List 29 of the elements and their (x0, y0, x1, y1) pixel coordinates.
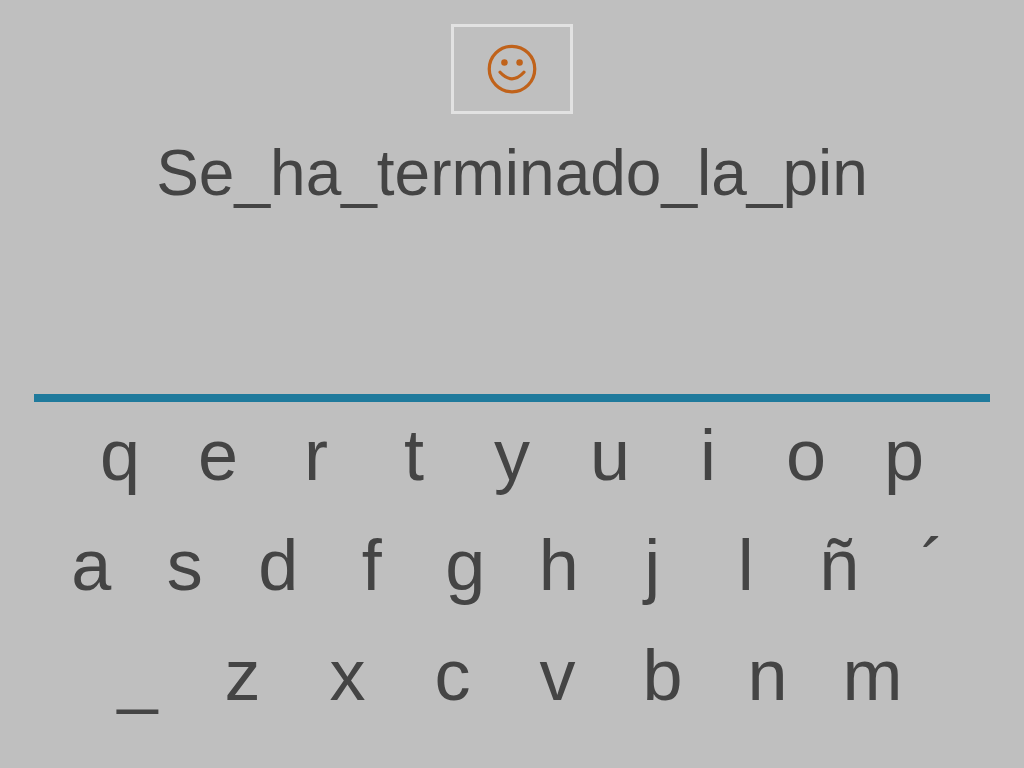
letter-key[interactable]: c (400, 630, 505, 720)
letter-key[interactable]: t (365, 410, 463, 500)
letter-key[interactable]: z (190, 630, 295, 720)
letter-key[interactable]: _ (85, 630, 190, 720)
letter-key[interactable]: h (512, 520, 606, 610)
letter-key[interactable]: i (659, 410, 757, 500)
letter-key[interactable]: j (605, 520, 699, 610)
letter-key[interactable]: x (295, 630, 400, 720)
letter-key[interactable]: g (418, 520, 512, 610)
letter-key[interactable]: r (267, 410, 365, 500)
letter-key[interactable]: f (325, 520, 419, 610)
letter-key[interactable]: b (610, 630, 715, 720)
letter-key[interactable]: p (855, 410, 953, 500)
smiley-icon (486, 43, 538, 95)
letter-key[interactable]: u (561, 410, 659, 500)
letter-key[interactable]: d (231, 520, 325, 610)
letter-key[interactable]: y (463, 410, 561, 500)
letter-key[interactable]: s (138, 520, 232, 610)
letter-key[interactable]: a (44, 520, 138, 610)
letter-key[interactable]: q (71, 410, 169, 500)
letter-key[interactable]: ´ (886, 520, 980, 610)
letter-key[interactable]: m (820, 630, 925, 720)
letter-key[interactable]: l (699, 520, 793, 610)
letter-key[interactable]: e (169, 410, 267, 500)
letter-key[interactable]: ñ (792, 520, 886, 610)
letter-key[interactable]: o (757, 410, 855, 500)
letter-key[interactable]: v (505, 630, 610, 720)
phrase-text: Se_ha_terminado_la_pin (156, 136, 868, 211)
letter-key[interactable]: n (715, 630, 820, 720)
